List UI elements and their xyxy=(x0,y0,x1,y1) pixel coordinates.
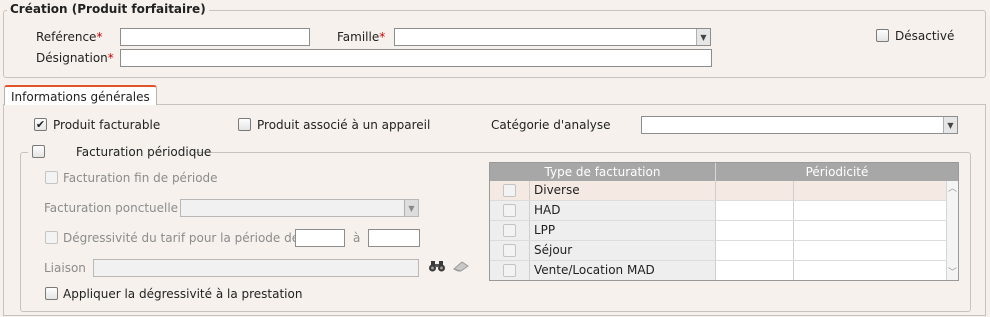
scroll-up-icon[interactable]: ︿ xyxy=(947,181,958,194)
produit-facturable-label: Produit facturable xyxy=(53,118,161,132)
a-label: à xyxy=(353,231,361,245)
row-checkbox[interactable] xyxy=(503,244,516,257)
grid-header-periodicite[interactable]: Périodicité xyxy=(716,163,958,181)
eraser-icon[interactable] xyxy=(452,260,470,272)
row-periodicite xyxy=(716,201,794,220)
row-type: Vente/Location MAD xyxy=(530,261,716,280)
table-row[interactable]: Diverse xyxy=(490,181,946,201)
ponctuelle-label: Facturation ponctuelle xyxy=(44,201,179,215)
row-extra xyxy=(794,261,946,280)
grid-header-type[interactable]: Type de facturation xyxy=(490,163,716,181)
periode-de-input[interactable] xyxy=(295,229,345,247)
categorie-label: Catégorie d'analyse xyxy=(491,118,611,132)
reference-input[interactable] xyxy=(120,28,310,46)
row-type: Séjour xyxy=(530,241,716,260)
row-periodicite xyxy=(716,241,794,260)
row-checkbox[interactable] xyxy=(503,184,516,197)
type-facturation-grid: Type de facturation Périodicité Diverse … xyxy=(489,162,959,281)
row-checkbox[interactable] xyxy=(503,264,516,277)
chevron-down-icon[interactable]: ▼ xyxy=(404,200,418,216)
fin-periode-label: Facturation fin de période xyxy=(63,171,218,185)
produit-associe-label: Produit associé à un appareil xyxy=(257,118,431,132)
fin-periode-checkbox[interactable] xyxy=(45,171,58,184)
chevron-down-icon[interactable]: ▼ xyxy=(696,29,710,45)
desactive-checkbox[interactable] xyxy=(876,29,889,42)
table-row[interactable]: Séjour xyxy=(490,241,946,261)
facturation-legend: Facturation périodique xyxy=(28,144,211,160)
categorie-select[interactable]: ▼ xyxy=(641,116,958,134)
table-row[interactable]: HAD xyxy=(490,201,946,221)
famille-select[interactable]: ▼ xyxy=(394,28,711,46)
produit-facturable-checkbox[interactable]: ✔ xyxy=(34,118,47,131)
binoculars-icon[interactable] xyxy=(428,259,446,273)
designation-input[interactable] xyxy=(120,49,712,67)
degressivite-checkbox[interactable] xyxy=(45,231,58,244)
famille-label: Famille* xyxy=(337,30,386,44)
row-extra xyxy=(794,221,946,240)
row-type: HAD xyxy=(530,201,716,220)
designation-label: Désignation* xyxy=(36,51,114,65)
liaison-input[interactable] xyxy=(93,259,419,277)
liaison-label: Liaison xyxy=(44,261,86,275)
row-extra xyxy=(794,201,946,220)
row-checkbox-cell xyxy=(490,181,530,200)
tab-informations-generales[interactable]: Informations générales xyxy=(4,85,157,105)
produit-associe-checkbox[interactable] xyxy=(238,118,251,131)
table-row[interactable]: Vente/Location MAD xyxy=(490,261,946,281)
degressivite-label: Dégressivité du tarif pour la période de xyxy=(63,231,300,245)
chevron-down-icon[interactable]: ▼ xyxy=(943,117,957,133)
row-extra xyxy=(794,241,946,260)
desactive-label: Désactivé xyxy=(895,29,955,43)
row-checkbox[interactable] xyxy=(503,204,516,217)
scroll-down-icon[interactable]: ﹀ xyxy=(947,265,958,278)
row-periodicite xyxy=(716,181,794,200)
row-checkbox-cell xyxy=(490,221,530,240)
row-checkbox-cell xyxy=(490,261,530,280)
row-type: Diverse xyxy=(530,181,716,200)
row-checkbox-cell xyxy=(490,201,530,220)
grid-scrollbar[interactable]: ︿ ﹀ xyxy=(946,181,958,280)
creation-legend: Création (Produit forfaitaire) xyxy=(7,2,209,16)
reference-label: Reférence* xyxy=(36,30,103,44)
row-checkbox-cell xyxy=(490,241,530,260)
row-periodicite xyxy=(716,261,794,280)
facturation-periodique-checkbox[interactable] xyxy=(32,145,45,158)
row-checkbox[interactable] xyxy=(503,224,516,237)
table-row[interactable]: LPP xyxy=(490,221,946,241)
periode-a-input[interactable] xyxy=(368,229,420,247)
ponctuelle-select[interactable]: ▼ xyxy=(180,199,419,217)
row-extra xyxy=(794,181,946,200)
appliquer-label: Appliquer la dégressivité à la prestatio… xyxy=(63,287,303,301)
row-periodicite xyxy=(716,221,794,240)
appliquer-checkbox[interactable] xyxy=(45,287,58,300)
row-type: LPP xyxy=(530,221,716,240)
